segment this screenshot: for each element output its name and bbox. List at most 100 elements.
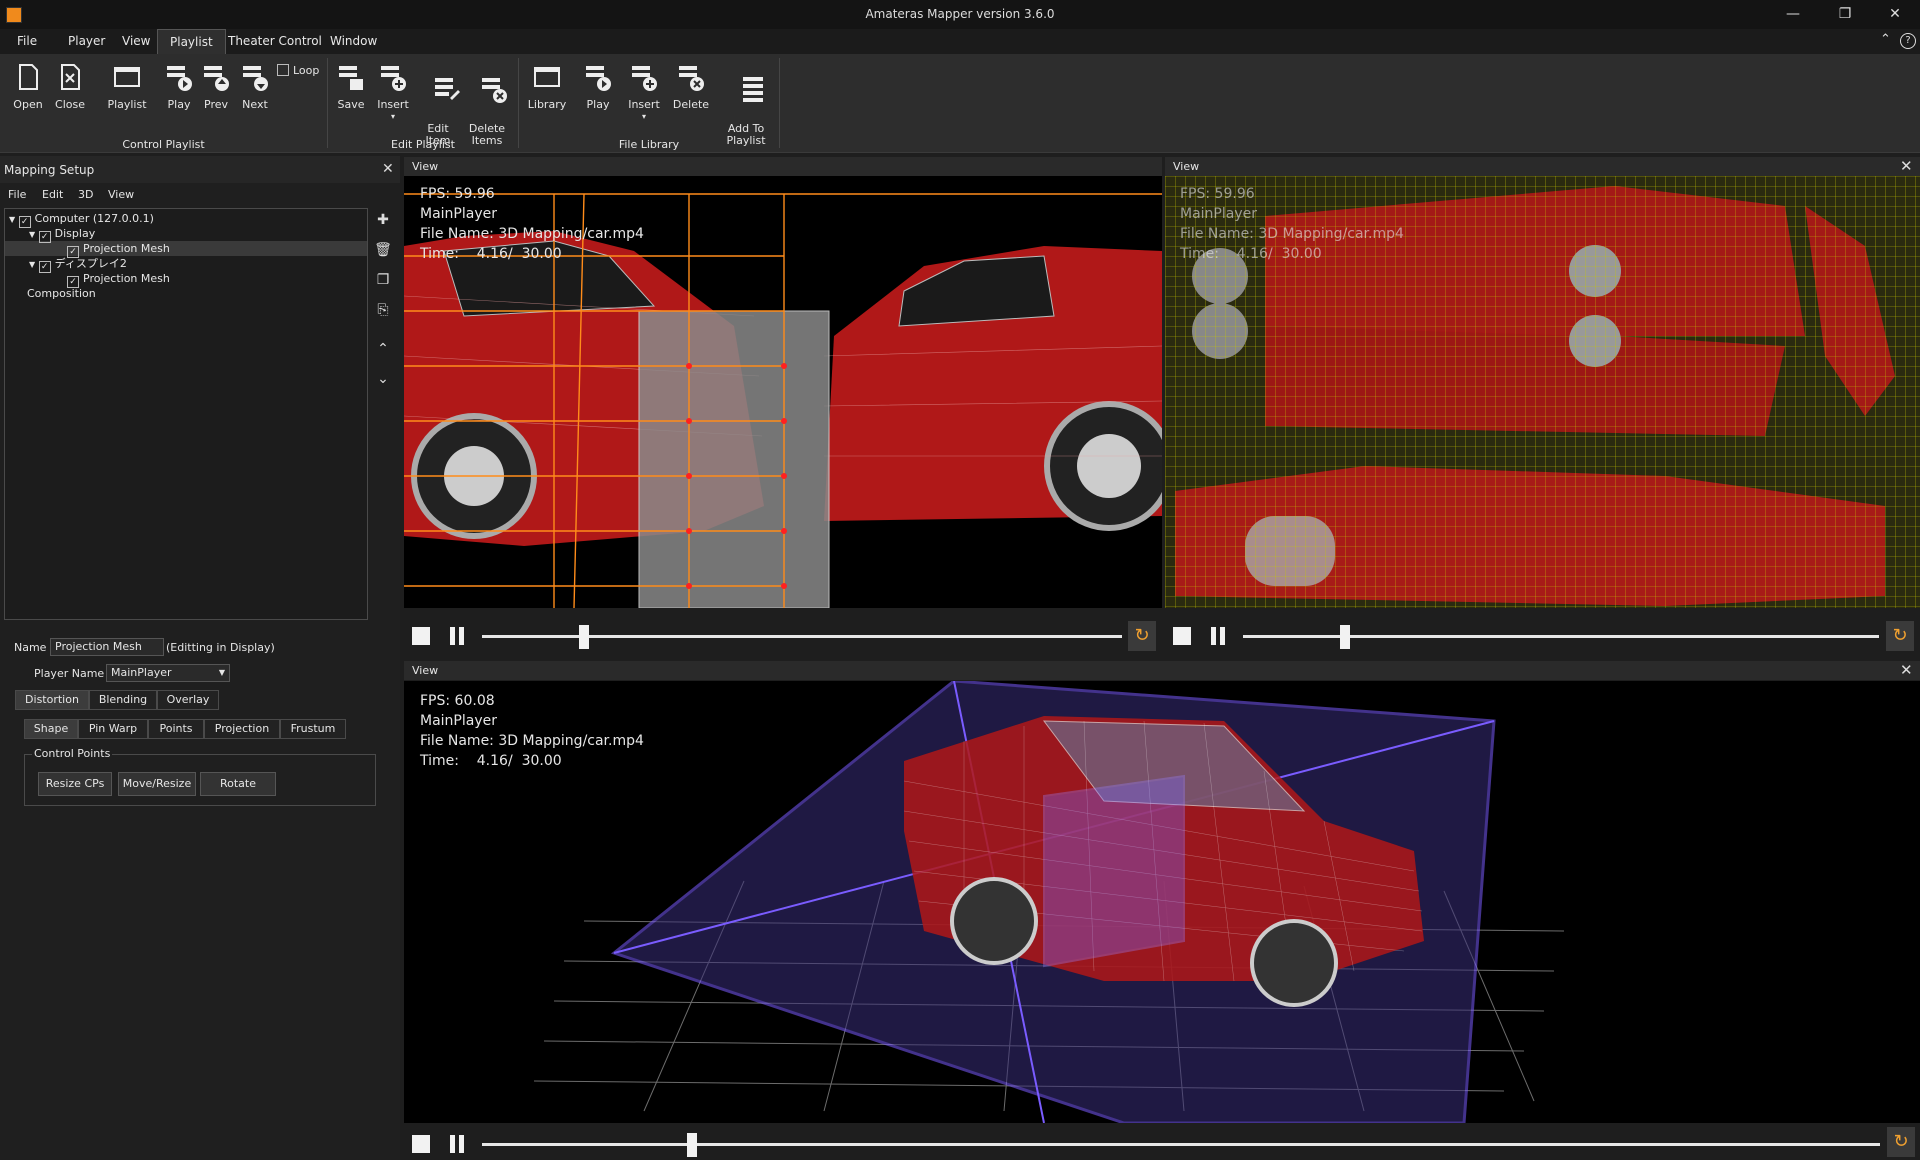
minimize-button[interactable]: — bbox=[1770, 0, 1816, 29]
tree-item-composition[interactable]: Composition bbox=[5, 286, 367, 301]
expand-arrow-icon[interactable]: ▼ bbox=[9, 215, 15, 224]
seek-thumb[interactable] bbox=[1339, 625, 1350, 649]
delete-items-button[interactable]: Delete Items bbox=[464, 62, 510, 171]
menu-bar: File Player View Playlist Theater Contro… bbox=[0, 29, 1920, 55]
ribbon-separator bbox=[518, 58, 519, 148]
menu-file[interactable]: File bbox=[5, 29, 49, 54]
trash-icon[interactable]: 🗑 bbox=[372, 239, 394, 261]
name-field[interactable]: Projection Mesh bbox=[50, 638, 164, 656]
open-button[interactable]: Open bbox=[10, 62, 46, 111]
move-resize-button[interactable]: Move/Resize bbox=[118, 772, 196, 796]
delete-items-icon bbox=[482, 78, 507, 103]
tree-item-projection-mesh[interactable]: ✓ Projection Mesh bbox=[5, 271, 367, 288]
stop-button[interactable] bbox=[1173, 627, 1191, 645]
seek-thumb[interactable] bbox=[686, 1133, 697, 1157]
view-panel-2: View ✕ FPS: 59.96 MainPlayer File Name: 3D… bbox=[1165, 157, 1920, 655]
subtab-projection[interactable]: Projection bbox=[204, 719, 280, 739]
player-readout: MainPlayer bbox=[1180, 206, 1257, 222]
projection-quad[interactable] bbox=[638, 310, 830, 608]
pause-button[interactable] bbox=[450, 627, 468, 648]
tree-item-computer[interactable]: ▼ ✓ Computer (127.0.0.1) bbox=[5, 211, 367, 228]
checkbox-icon[interactable]: ✓ bbox=[38, 261, 51, 273]
loop-toggle-icon[interactable]: ↻ bbox=[1886, 621, 1914, 651]
close-window-button[interactable]: ✕ bbox=[1872, 0, 1918, 29]
stop-button[interactable] bbox=[412, 1135, 430, 1153]
tree-item-display2[interactable]: ▼ ✓ ディスプレイ2 bbox=[5, 256, 367, 273]
save-button[interactable]: Save bbox=[334, 62, 368, 111]
close-panel-icon[interactable]: ✕ bbox=[382, 161, 394, 177]
tab-distortion[interactable]: Distortion bbox=[15, 690, 89, 710]
resize-cps-button[interactable]: Resize CPs bbox=[38, 772, 112, 796]
loop-toggle-icon[interactable]: ↻ bbox=[1128, 621, 1156, 651]
restore-button[interactable]: ❐ bbox=[1822, 0, 1868, 29]
move-up-icon[interactable]: ⌃ bbox=[372, 338, 394, 360]
library-insert-button[interactable]: Insert ▾ bbox=[626, 62, 662, 123]
loop-check-icon bbox=[277, 64, 289, 76]
window-title: Amateras Mapper version 3.6.0 bbox=[865, 7, 1055, 21]
mapping-setup-panel: Mapping Setup ✕ File Edit 3D View ▼ ✓ Com… bbox=[0, 156, 400, 1160]
pause-button[interactable] bbox=[1211, 627, 1229, 648]
tab-overlay[interactable]: Overlay bbox=[157, 690, 219, 710]
view-canvas-3[interactable]: FPS: 60.08 MainPlayer File Name: 3D Mappin… bbox=[404, 681, 1920, 1123]
insert-icon bbox=[381, 66, 406, 91]
close-view-icon[interactable]: ✕ bbox=[1900, 157, 1913, 175]
seek-track[interactable] bbox=[482, 635, 1122, 638]
add-to-playlist-button[interactable]: Add To Playlist bbox=[722, 62, 770, 171]
setup-menu-file[interactable]: File bbox=[8, 188, 26, 201]
library-play-button[interactable]: Play bbox=[582, 62, 614, 111]
playlist-button[interactable]: Playlist bbox=[105, 62, 149, 111]
tree-item-label: ディスプレイ2 bbox=[54, 257, 127, 270]
tree-item-display[interactable]: ▼ ✓ Display bbox=[5, 226, 367, 243]
playlist-window-icon bbox=[114, 67, 140, 87]
player-name-select[interactable]: MainPlayer ▼ bbox=[106, 664, 230, 682]
setup-menu-3d[interactable]: 3D bbox=[78, 188, 93, 201]
tree-item-projection-mesh-selected[interactable]: ✓ Projection Mesh bbox=[5, 241, 367, 258]
insert-playlist-button[interactable]: Insert ▾ bbox=[376, 62, 410, 123]
view-info: FPS: 59.96 MainPlayer File Name: 3D Mappin… bbox=[1180, 184, 1404, 264]
seek-track[interactable] bbox=[1243, 635, 1879, 638]
add-icon[interactable]: ✚ bbox=[372, 209, 394, 231]
menu-window[interactable]: Window bbox=[318, 29, 389, 54]
prev-button[interactable]: Prev bbox=[200, 62, 232, 111]
subtab-points[interactable]: Points bbox=[148, 719, 204, 739]
wheel-rim-right bbox=[1077, 434, 1141, 498]
play-button[interactable]: Play bbox=[163, 62, 195, 111]
checkbox-icon[interactable]: ✓ bbox=[38, 231, 51, 243]
mapping-setup-header: Mapping Setup ✕ bbox=[0, 156, 400, 183]
paste-icon[interactable]: ⎘ bbox=[372, 299, 394, 321]
collapse-ribbon-icon[interactable]: ⌃ bbox=[1880, 32, 1896, 50]
move-down-icon[interactable]: ⌄ bbox=[372, 368, 394, 390]
close-view-icon[interactable]: ✕ bbox=[1900, 661, 1913, 679]
view-canvas-2[interactable]: FPS: 59.96 MainPlayer File Name: 3D Mappin… bbox=[1165, 176, 1920, 608]
play-label: Play bbox=[167, 98, 191, 111]
view-canvas-1[interactable]: FPS: 59.96 MainPlayer File Name: 3D Mappin… bbox=[404, 176, 1162, 608]
loop-toggle-icon[interactable]: ↻ bbox=[1887, 1127, 1915, 1157]
next-label: Next bbox=[242, 98, 268, 111]
library-delete-button[interactable]: Delete bbox=[671, 62, 711, 111]
next-button[interactable]: Next bbox=[239, 62, 271, 111]
edit-item-button[interactable]: Edit Item bbox=[418, 62, 460, 171]
ribbon: Open Close Playlist Play Prev Next Loop … bbox=[0, 54, 1920, 153]
setup-menu-edit[interactable]: Edit bbox=[42, 188, 63, 201]
pause-button[interactable] bbox=[450, 1135, 468, 1156]
expand-arrow-icon[interactable]: ▼ bbox=[29, 230, 35, 239]
library-button[interactable]: Library bbox=[526, 62, 568, 111]
rotate-button[interactable]: Rotate bbox=[200, 772, 276, 796]
subtab-frustum[interactable]: Frustum bbox=[280, 719, 346, 739]
setup-menu-view[interactable]: View bbox=[108, 188, 134, 201]
copy-icon[interactable]: ❐ bbox=[372, 269, 394, 291]
subtab-pin-warp[interactable]: Pin Warp bbox=[78, 719, 148, 739]
menu-theater-control[interactable]: Theater Control bbox=[216, 29, 334, 54]
menu-view[interactable]: View bbox=[110, 29, 162, 54]
seek-thumb[interactable] bbox=[579, 625, 590, 649]
tab-blending[interactable]: Blending bbox=[89, 690, 157, 710]
help-icon[interactable]: ? bbox=[1900, 33, 1916, 49]
fps-readout: FPS: 60.08 bbox=[420, 693, 495, 709]
subtab-shape[interactable]: Shape bbox=[24, 719, 78, 739]
stop-button[interactable] bbox=[412, 627, 430, 645]
menu-player[interactable]: Player bbox=[56, 29, 117, 54]
next-icon bbox=[243, 66, 268, 91]
close-button[interactable]: Close bbox=[52, 62, 88, 111]
loop-checkbox[interactable]: Loop bbox=[277, 64, 319, 77]
expand-arrow-icon[interactable]: ▼ bbox=[29, 260, 35, 269]
